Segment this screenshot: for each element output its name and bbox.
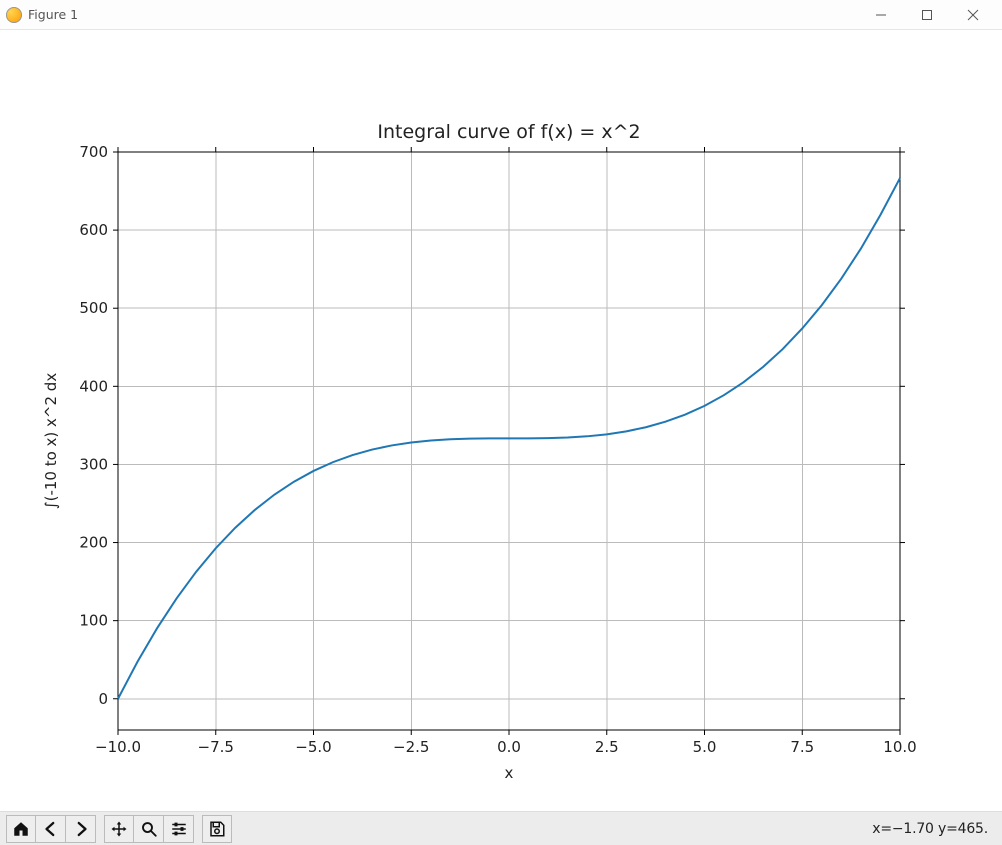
- y-tick-label: 300: [79, 455, 108, 473]
- zoom-icon: [140, 820, 158, 838]
- figure-canvas[interactable]: −10.0 −7.5 −5.0 −2.5 0.0 2.5 5.0 7.5 10.0 0 100 200…: [0, 30, 1002, 811]
- forward-button[interactable]: [66, 815, 96, 843]
- x-tick-label: −10.0: [95, 738, 141, 756]
- titlebar: Figure 1: [0, 0, 1002, 30]
- minimize-button[interactable]: [858, 0, 904, 30]
- zoom-button[interactable]: [134, 815, 164, 843]
- figure-window: Figure 1 −10.0 −7.5 −5.0 −2.5 0.0 2.5 5.0 7.5 10…: [0, 0, 1002, 845]
- x-tick-label: −2.5: [393, 738, 429, 756]
- minimize-icon: [875, 9, 887, 21]
- y-tick-label: 600: [79, 221, 108, 239]
- y-axis-label: ∫(-10 to x) x^2 dx: [42, 373, 60, 510]
- save-icon: [208, 820, 226, 838]
- x-tick-label: 7.5: [790, 738, 814, 756]
- configure-subplots-button[interactable]: [164, 815, 194, 843]
- window-title: Figure 1: [28, 7, 78, 22]
- x-tick-label: 5.0: [693, 738, 717, 756]
- maximize-icon: [921, 9, 933, 21]
- window-controls: [858, 0, 996, 30]
- x-tick-label: −5.0: [295, 738, 331, 756]
- pan-icon: [110, 820, 128, 838]
- chart-svg: −10.0 −7.5 −5.0 −2.5 0.0 2.5 5.0 7.5 10.0 0 100 200…: [0, 30, 1002, 807]
- y-tick-label: 0: [98, 690, 108, 708]
- home-button[interactable]: [6, 815, 36, 843]
- y-tick-label: 100: [79, 612, 108, 630]
- close-button[interactable]: [950, 0, 996, 30]
- app-icon: [6, 7, 22, 23]
- maximize-button[interactable]: [904, 0, 950, 30]
- x-tick-label: −7.5: [198, 738, 234, 756]
- close-icon: [967, 9, 979, 21]
- y-tick-label: 400: [79, 377, 108, 395]
- back-button[interactable]: [36, 815, 66, 843]
- y-tick-label: 500: [79, 299, 108, 317]
- sliders-icon: [170, 820, 188, 838]
- y-tick-label: 200: [79, 534, 108, 552]
- chart-title: Integral curve of f(x) = x^2: [377, 121, 640, 143]
- back-icon: [42, 820, 60, 838]
- x-tick-label: 10.0: [883, 738, 916, 756]
- home-icon: [12, 820, 30, 838]
- x-tick-label: 0.0: [497, 738, 521, 756]
- x-tick-label: 2.5: [595, 738, 619, 756]
- y-tick-label: 700: [79, 143, 108, 161]
- cursor-coordinates: x=−1.70 y=465.: [872, 821, 996, 837]
- forward-icon: [72, 820, 90, 838]
- x-axis-label: x: [505, 764, 514, 782]
- navigation-toolbar: x=−1.70 y=465.: [0, 811, 1002, 845]
- pan-button[interactable]: [104, 815, 134, 843]
- save-button[interactable]: [202, 815, 232, 843]
